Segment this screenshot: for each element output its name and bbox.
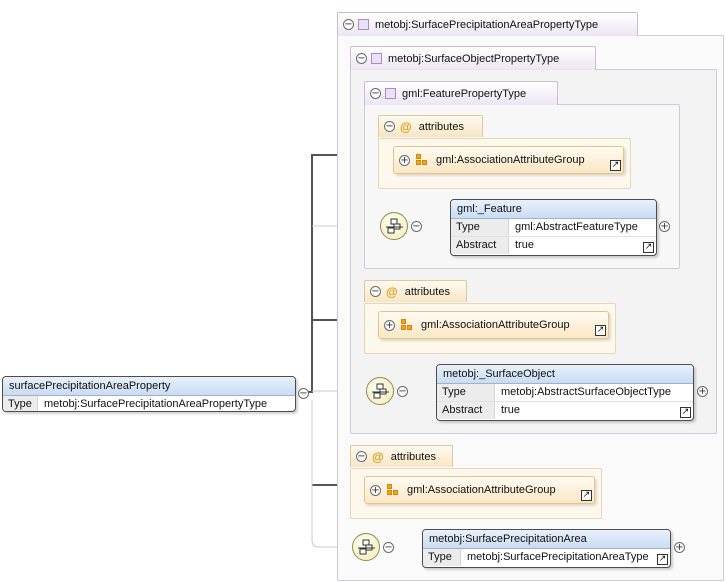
property-type-header[interactable]: − metobj:SurfacePrecipitationAreaPropert…: [337, 12, 638, 36]
row-key: Type: [437, 384, 495, 401]
expand-plus-icon[interactable]: +: [659, 221, 670, 232]
element-title: metobj:SurfacePrecipitationArea: [423, 530, 670, 549]
attribute-group-icon: [416, 154, 428, 166]
attribute-group-name: gml:AssociationAttributeGroup: [407, 484, 556, 496]
reference-arrow-icon[interactable]: ↗: [657, 554, 668, 565]
precipitation-area-element[interactable]: metobj:SurfacePrecipitationArea Type met…: [422, 529, 671, 568]
surface-object-element[interactable]: metobj:_SurfaceObject Type metobj:Abstra…: [436, 364, 694, 421]
attribute-group-icon: [387, 484, 399, 496]
property-type-name: metobj:SurfacePrecipitationAreaPropertyT…: [375, 18, 599, 31]
attribute-group[interactable]: + gml:AssociationAttributeGroup ↗: [364, 476, 595, 504]
collapse-minus-icon[interactable]: −: [384, 121, 395, 132]
collapse-minus-icon[interactable]: −: [356, 451, 367, 462]
attribute-group[interactable]: + gml:AssociationAttributeGroup ↗: [393, 146, 624, 174]
feature-type-header[interactable]: − gml:FeaturePropertyType: [364, 81, 558, 105]
collapse-minus-icon[interactable]: −: [397, 386, 408, 397]
element-row: Type metobj:SurfacePrecipitationAreaProp…: [3, 396, 295, 411]
surface-object-type-header[interactable]: − metobj:SurfaceObjectPropertyType: [350, 46, 596, 70]
complex-type-icon: [385, 88, 396, 99]
element-row: Abstract true: [437, 401, 693, 419]
element-title: gml:_Feature: [451, 200, 656, 219]
reference-arrow-icon[interactable]: ↗: [581, 490, 592, 501]
sequence-compositor-icon[interactable]: [352, 533, 380, 561]
collapse-minus-icon[interactable]: −: [383, 542, 394, 553]
attributes-label: attributes: [390, 450, 436, 463]
reference-arrow-icon[interactable]: ↗: [643, 242, 654, 253]
complex-type-icon: [358, 19, 369, 30]
row-key: Type: [451, 219, 509, 236]
row-key: Type: [3, 396, 38, 411]
row-key: Type: [423, 549, 461, 566]
attribute-group-name: gml:AssociationAttributeGroup: [436, 154, 585, 166]
expand-plus-icon[interactable]: +: [370, 484, 381, 496]
collapse-minus-icon[interactable]: −: [298, 388, 309, 399]
attribute-group[interactable]: + gml:AssociationAttributeGroup ↗: [378, 311, 609, 339]
row-value: metobj:SurfacePrecipitationAreaType: [467, 551, 649, 563]
complex-type-icon: [371, 53, 382, 64]
attributes-header[interactable]: − @ attributes: [350, 445, 453, 467]
element-row: Abstract true: [451, 236, 656, 254]
attributes-header[interactable]: − @ attributes: [378, 115, 483, 137]
collapse-minus-icon[interactable]: −: [370, 88, 381, 99]
feature-type-name: gml:FeaturePropertyType: [402, 87, 527, 100]
attributes-label: attributes: [404, 285, 450, 298]
element-title: metobj:_SurfaceObject: [437, 365, 693, 384]
expand-plus-icon[interactable]: +: [399, 154, 410, 166]
element-row: Type metobj:AbstractSurfaceObjectType: [437, 384, 693, 401]
expand-plus-icon[interactable]: +: [697, 386, 708, 397]
at-sign-icon: @: [386, 284, 398, 299]
element-row: Type metobj:SurfacePrecipitationAreaType: [423, 549, 670, 566]
element-title: surfacePrecipitationAreaProperty: [3, 377, 295, 396]
collapse-minus-icon[interactable]: −: [356, 53, 367, 64]
attribute-group-name: gml:AssociationAttributeGroup: [421, 319, 570, 331]
row-value: metobj:AbstractSurfaceObjectType: [501, 386, 671, 398]
attribute-group-icon: [401, 319, 413, 331]
property-element[interactable]: surfacePrecipitationAreaProperty Type me…: [2, 376, 296, 412]
expand-plus-icon[interactable]: +: [384, 319, 395, 331]
reference-arrow-icon[interactable]: ↗: [595, 325, 606, 336]
row-key: Abstract: [451, 237, 509, 254]
surface-object-type-name: metobj:SurfaceObjectPropertyType: [388, 52, 560, 65]
row-key: Abstract: [437, 402, 495, 419]
row-value: gml:AbstractFeatureType: [515, 221, 638, 233]
collapse-minus-icon[interactable]: −: [343, 19, 354, 30]
feature-element[interactable]: gml:_Feature Type gml:AbstractFeatureTyp…: [450, 199, 657, 256]
reference-arrow-icon[interactable]: ↗: [680, 407, 691, 418]
element-row: Type gml:AbstractFeatureType: [451, 219, 656, 236]
collapse-minus-icon[interactable]: −: [411, 221, 422, 232]
expand-plus-icon[interactable]: +: [674, 542, 685, 553]
row-value: true: [501, 404, 520, 416]
attributes-label: attributes: [418, 120, 464, 133]
collapse-minus-icon[interactable]: −: [370, 286, 381, 297]
row-value: true: [515, 239, 534, 251]
at-sign-icon: @: [400, 119, 412, 134]
row-value: metobj:SurfacePrecipitationAreaPropertyT…: [44, 398, 268, 410]
sequence-compositor-icon[interactable]: [366, 377, 394, 405]
sequence-compositor-icon[interactable]: [380, 212, 408, 240]
at-sign-icon: @: [372, 449, 384, 464]
reference-arrow-icon[interactable]: ↗: [610, 160, 621, 171]
attributes-header[interactable]: − @ attributes: [364, 280, 467, 302]
